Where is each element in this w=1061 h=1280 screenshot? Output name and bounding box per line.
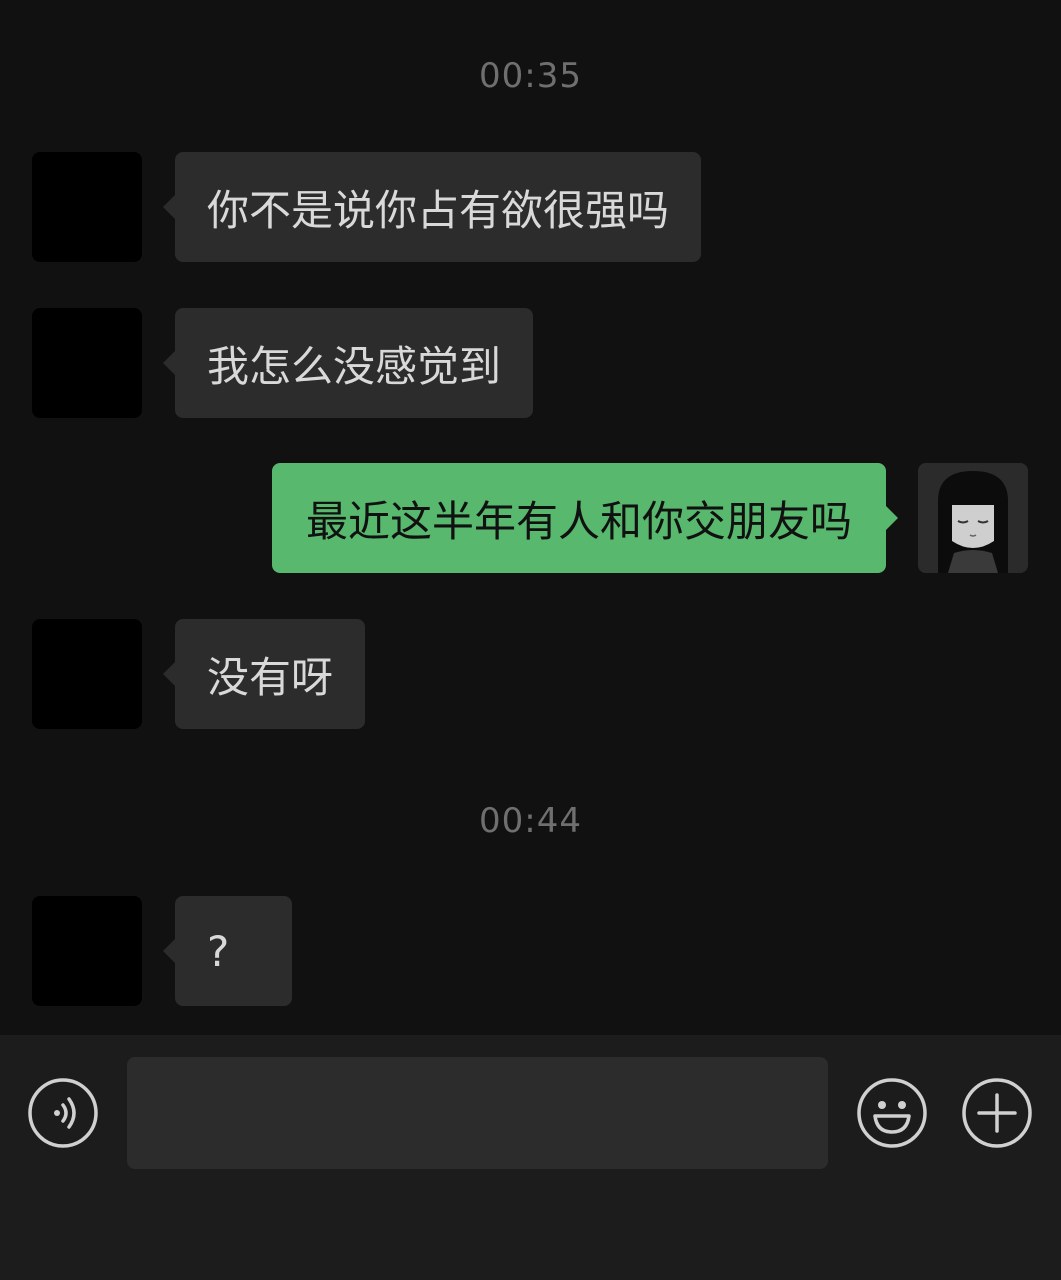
- timestamp: 00:35: [479, 56, 582, 96]
- emoji-button[interactable]: [857, 1078, 927, 1148]
- message-bubble-outgoing[interactable]: 最近这半年有人和你交朋友吗: [271, 463, 899, 573]
- message-bubble-incoming[interactable]: 你不是说你占有欲很强吗: [162, 152, 702, 262]
- input-bar: [0, 1035, 1061, 1280]
- message-bubble-incoming[interactable]: ?: [163, 896, 292, 1006]
- voice-button[interactable]: [28, 1078, 98, 1148]
- contact-avatar[interactable]: [32, 896, 142, 1006]
- message-bubble-incoming[interactable]: 没有呀: [162, 619, 366, 729]
- contact-avatar[interactable]: [32, 152, 142, 262]
- message-text: 你不是说你占有欲很强吗: [207, 185, 670, 235]
- message-text: 我怎么没感觉到: [207, 341, 502, 391]
- message-bubble-incoming[interactable]: 我怎么没感觉到: [162, 308, 534, 418]
- anime-girl-avatar-icon: [918, 463, 1028, 573]
- contact-avatar[interactable]: [32, 308, 142, 418]
- plus-button[interactable]: [962, 1078, 1032, 1148]
- timestamp: 00:44: [479, 801, 582, 841]
- message-input[interactable]: [127, 1057, 828, 1169]
- emoji-icon: [857, 1078, 927, 1148]
- chat-area[interactable]: 00:35 你不是说你占有欲很强吗 我怎么没感觉到 最近这半年有人和你交朋友吗 …: [0, 0, 1061, 1035]
- voice-icon: [28, 1078, 98, 1148]
- message-text: 没有呀: [207, 652, 334, 702]
- message-text: 最近这半年有人和你交朋友吗: [305, 496, 852, 546]
- message-text: ?: [207, 926, 230, 976]
- plus-icon: [962, 1078, 1032, 1148]
- contact-avatar[interactable]: [32, 619, 142, 729]
- self-avatar[interactable]: [918, 463, 1028, 573]
